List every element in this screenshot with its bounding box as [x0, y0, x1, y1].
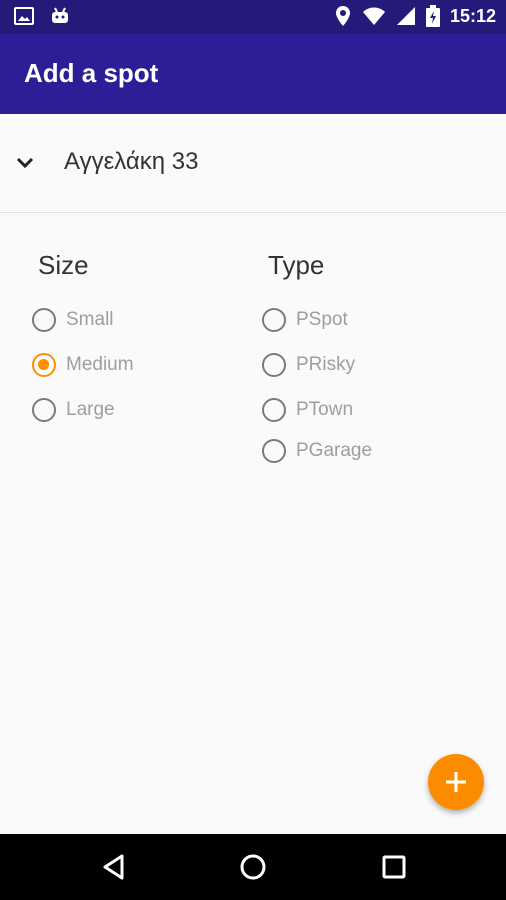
radio-circle[interactable] [32, 308, 56, 332]
wifi-icon [362, 7, 385, 25]
radio-label: Medium [66, 354, 134, 375]
status-time: 15:12 [449, 5, 496, 26]
navigation-bar [0, 834, 506, 900]
radio-circle[interactable] [262, 439, 286, 463]
radio-circle[interactable] [262, 353, 286, 377]
size-option-medium[interactable]: Medium [32, 353, 134, 377]
home-icon[interactable] [238, 852, 268, 882]
page-title: Add a spot [24, 58, 159, 88]
plus-icon [446, 772, 466, 792]
signal-icon [396, 7, 415, 25]
location-icon [335, 6, 350, 26]
radio-label: PTown [296, 399, 354, 420]
radio-circle[interactable] [32, 353, 56, 377]
type-option-pgarage[interactable]: PGarage [262, 439, 372, 463]
chevron-down-icon[interactable] [14, 152, 36, 174]
address-row[interactable]: Αγγελάκη 33 [0, 114, 506, 213]
radio-label: PSpot [296, 309, 348, 330]
address-text: Αγγελάκη 33 [64, 148, 199, 175]
size-heading: Size [38, 250, 89, 280]
recents-icon[interactable] [379, 852, 409, 882]
type-option-prisky[interactable]: PRisky [262, 353, 355, 377]
add-spot-fab[interactable] [428, 754, 484, 810]
type-heading: Type [268, 250, 325, 280]
battery-icon [425, 5, 440, 27]
size-option-small[interactable]: Small [32, 308, 114, 332]
radio-label: PGarage [296, 440, 373, 461]
radio-circle[interactable] [262, 308, 286, 332]
radio-circle[interactable] [32, 398, 56, 422]
radio-label: PRisky [296, 354, 356, 375]
radio-circle[interactable] [262, 398, 286, 422]
type-option-pspot[interactable]: PSpot [262, 308, 348, 332]
radio-label: Small [66, 309, 114, 330]
android-icon [52, 7, 68, 23]
radio-label: Large [66, 399, 115, 420]
type-option-ptown[interactable]: PTown [262, 398, 353, 422]
app-bar: Add a spot [0, 34, 506, 114]
status-bar: 15:12 [0, 0, 506, 34]
back-icon[interactable] [99, 852, 129, 882]
size-option-large[interactable]: Large [32, 398, 115, 422]
image-icon [14, 7, 34, 25]
